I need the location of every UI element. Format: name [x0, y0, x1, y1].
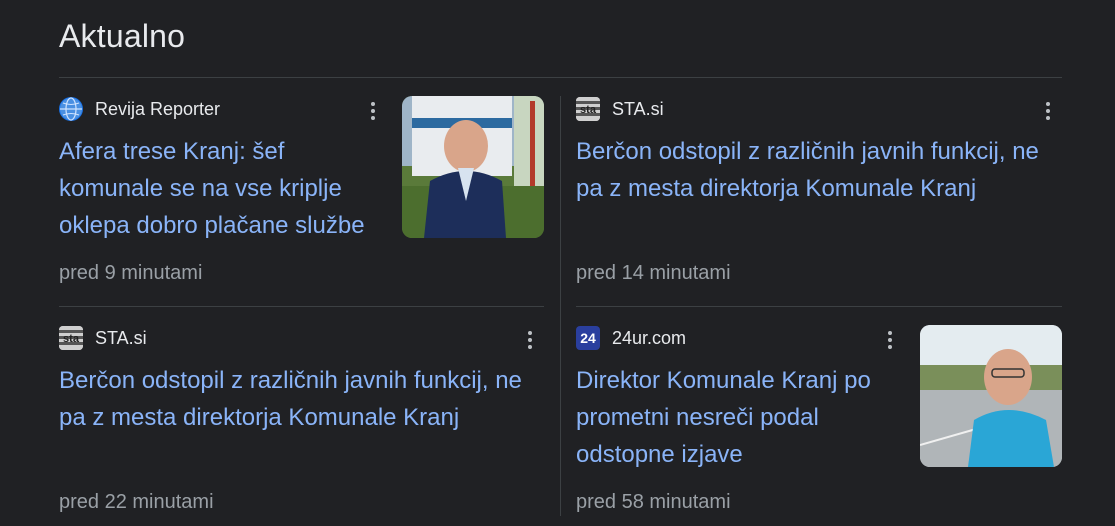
news-card[interactable]: 24 24ur.com Direktor Komunale Kranj po p…	[576, 325, 1062, 525]
sta-logo-icon: sta	[59, 326, 83, 350]
section-title: Aktualno	[59, 18, 186, 54]
article-time: pred 9 minutami	[59, 262, 203, 284]
news-source[interactable]: sta STA.si	[59, 325, 147, 351]
24ur-logo-icon: 24	[576, 326, 600, 350]
news-source[interactable]: 24 24ur.com	[576, 325, 686, 351]
article-time: pred 22 minutami	[59, 491, 214, 513]
source-name: 24ur.com	[612, 327, 687, 348]
source-name: STA.si	[95, 327, 147, 348]
article-headline[interactable]: Afera trese Kranj: šef komunale se na vs…	[59, 133, 389, 244]
source-name: Revija Reporter	[95, 98, 221, 119]
sta-logo-icon: sta	[576, 97, 600, 121]
top-divider	[59, 77, 1062, 78]
source-name: STA.si	[612, 98, 664, 119]
news-source[interactable]: sta STA.si	[576, 96, 664, 122]
article-thumbnail[interactable]	[402, 96, 544, 238]
24ur-logo-text: 24	[580, 330, 596, 346]
globe-logo-icon	[59, 97, 83, 121]
news-card[interactable]: sta STA.si Berčon odstopil z različnih j…	[576, 96, 1062, 296]
article-headline[interactable]: Direktor Komunale Kranj po prometni nesr…	[576, 362, 896, 473]
svg-text:sta: sta	[580, 104, 597, 116]
article-thumbnail[interactable]	[920, 325, 1062, 467]
article-headline[interactable]: Berčon odstopil z različnih javnih funkc…	[59, 362, 544, 436]
news-card[interactable]: sta STA.si Berčon odstopil z različnih j…	[59, 325, 544, 525]
svg-text:sta: sta	[63, 333, 80, 345]
man-in-suit-photo	[402, 96, 544, 238]
article-time: pred 14 minutami	[576, 262, 731, 284]
row-divider-right	[576, 306, 1062, 307]
more-options-icon[interactable]	[520, 328, 540, 352]
news-source[interactable]: Revija Reporter	[59, 96, 220, 122]
more-options-icon[interactable]	[880, 328, 900, 352]
more-options-icon[interactable]	[363, 99, 383, 123]
article-headline[interactable]: Berčon odstopil z različnih javnih funkc…	[576, 133, 1062, 207]
article-time: pred 58 minutami	[576, 491, 731, 513]
news-card[interactable]: Revija Reporter Afera trese Kranj: šef k…	[59, 96, 544, 296]
column-divider	[560, 96, 561, 516]
row-divider-left	[59, 306, 544, 307]
more-options-icon[interactable]	[1038, 99, 1058, 123]
man-outdoors-photo	[920, 325, 1062, 467]
